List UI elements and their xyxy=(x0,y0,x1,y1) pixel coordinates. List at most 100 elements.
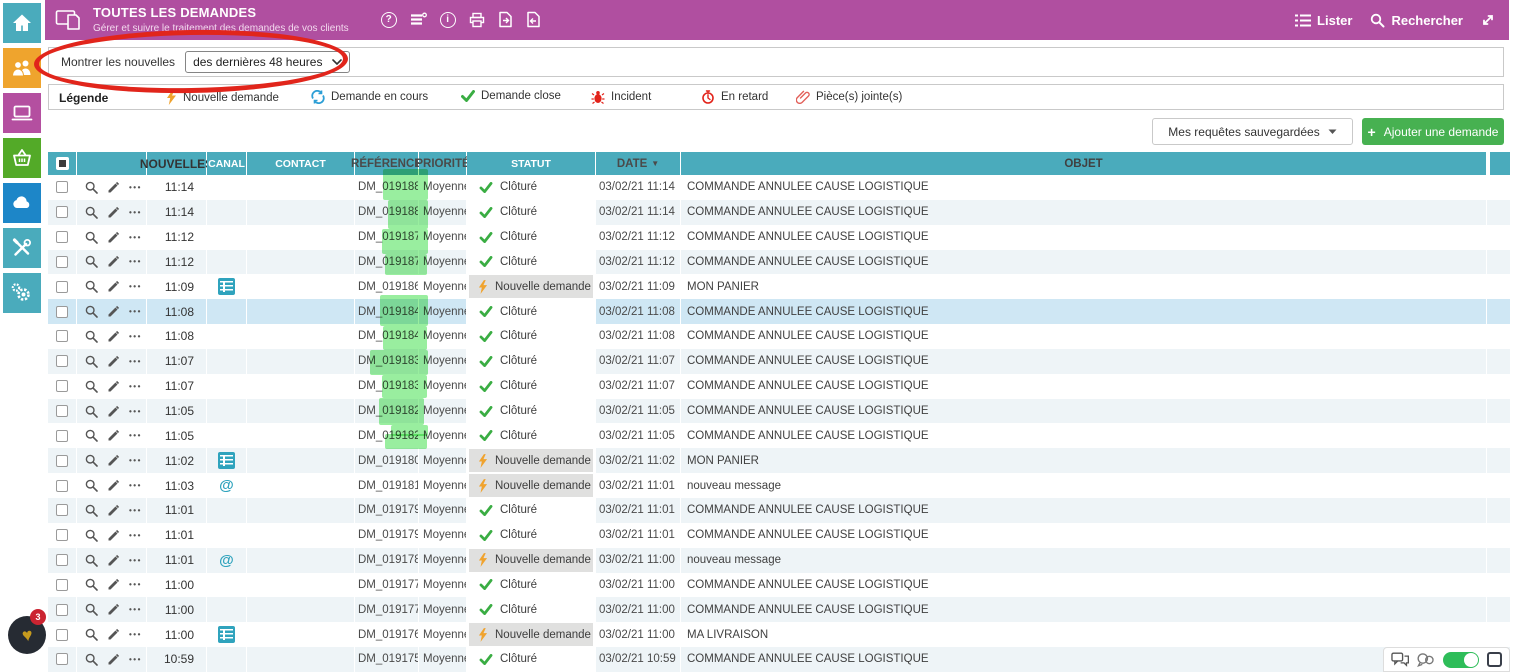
edit-row-button[interactable] xyxy=(107,628,120,641)
table-row[interactable]: ••• 11:00 @ DM_019177 Moyenne Clôturé 03… xyxy=(48,597,1510,622)
import-doc-icon[interactable] xyxy=(526,11,541,28)
row-checkbox[interactable] xyxy=(56,455,68,467)
row-checkbox[interactable] xyxy=(56,231,68,243)
more-actions-button[interactable]: ••• xyxy=(129,357,142,366)
column-objet[interactable]: OBJET xyxy=(681,152,1487,175)
zoom-row-button[interactable] xyxy=(85,206,98,219)
zoom-row-button[interactable] xyxy=(85,454,98,467)
row-checkbox[interactable] xyxy=(56,355,68,367)
table-row[interactable]: ••• 11:01 @ DM_019179 Moyenne Clôturé 03… xyxy=(48,523,1510,548)
row-checkbox[interactable] xyxy=(56,256,68,268)
edit-row-button[interactable] xyxy=(107,330,120,343)
sidebar-item-basket[interactable] xyxy=(3,138,41,178)
lister-button[interactable]: Lister xyxy=(1295,13,1352,28)
edit-row-button[interactable] xyxy=(107,479,120,492)
zoom-row-button[interactable] xyxy=(85,280,98,293)
table-row[interactable]: ••• 11:05 @ DM_019182 Moyenne Clôturé 03… xyxy=(48,423,1510,448)
expand-icon[interactable] xyxy=(1481,13,1495,27)
edit-row-button[interactable] xyxy=(107,653,120,666)
column-date[interactable]: DATE▼ xyxy=(596,152,681,175)
zoom-row-button[interactable] xyxy=(85,181,98,194)
more-actions-button[interactable]: ••• xyxy=(129,481,142,490)
edit-row-button[interactable] xyxy=(107,578,120,591)
table-row[interactable]: ••• 10:59 @ DM_019175 Moyenne Clôturé 03… xyxy=(48,647,1510,672)
table-row[interactable]: ••• 11:03 @ DM_019181 Moyenne Nouvelle d… xyxy=(48,473,1510,498)
table-row[interactable]: ••• 11:05 @ DM_019182 Moyenne Clôturé 03… xyxy=(48,399,1510,424)
edit-row-button[interactable] xyxy=(107,355,120,368)
more-actions-button[interactable]: ••• xyxy=(129,233,142,242)
sidebar-item-users[interactable] xyxy=(3,48,41,88)
zoom-row-button[interactable] xyxy=(85,529,98,542)
zoom-row-button[interactable] xyxy=(85,429,98,442)
add-request-button[interactable]: + Ajouter une demande xyxy=(1362,118,1504,145)
row-checkbox[interactable] xyxy=(56,380,68,392)
row-checkbox[interactable] xyxy=(56,430,68,442)
edit-row-button[interactable] xyxy=(107,429,120,442)
more-actions-button[interactable]: ••• xyxy=(129,556,142,565)
column-nouvelles[interactable]: NOUVELLES xyxy=(147,152,207,175)
more-actions-button[interactable]: ••• xyxy=(129,282,142,291)
more-actions-button[interactable]: ••• xyxy=(129,506,142,515)
saved-queries-button[interactable]: Mes requêtes sauvegardées xyxy=(1152,118,1353,145)
more-actions-button[interactable]: ••• xyxy=(129,456,142,465)
table-row[interactable]: ••• 11:09 @ DM_019186 Moyenne Nouvelle d… xyxy=(48,274,1510,299)
more-actions-button[interactable]: ••• xyxy=(129,332,142,341)
edit-row-button[interactable] xyxy=(107,305,120,318)
row-checkbox[interactable] xyxy=(56,653,68,665)
table-row[interactable]: ••• 11:07 @ DM_019183 Moyenne Clôturé 03… xyxy=(48,349,1510,374)
row-checkbox[interactable] xyxy=(56,554,68,566)
more-actions-button[interactable]: ••• xyxy=(129,307,142,316)
row-checkbox[interactable] xyxy=(56,405,68,417)
sidebar-item-cloud[interactable] xyxy=(3,183,41,223)
sidebar-item-home[interactable] xyxy=(3,3,41,43)
edit-row-button[interactable] xyxy=(107,454,120,467)
row-checkbox[interactable] xyxy=(56,330,68,342)
row-checkbox[interactable] xyxy=(56,504,68,516)
zoom-row-button[interactable] xyxy=(85,405,98,418)
availability-toggle[interactable] xyxy=(1443,652,1480,668)
sidebar-item-settings[interactable] xyxy=(3,273,41,313)
table-row[interactable]: ••• 11:01 @ DM_019179 Moyenne Clôturé 03… xyxy=(48,498,1510,523)
zoom-row-button[interactable] xyxy=(85,554,98,567)
row-checkbox[interactable] xyxy=(56,306,68,318)
table-row[interactable]: ••• 11:14 @ DM_019188 Moyenne Clôturé 03… xyxy=(48,175,1510,200)
column-contact[interactable]: CONTACT xyxy=(247,152,355,175)
export-doc-icon[interactable] xyxy=(498,11,513,28)
zoom-row-button[interactable] xyxy=(85,355,98,368)
zoom-row-button[interactable] xyxy=(85,653,98,666)
edit-row-button[interactable] xyxy=(107,504,120,517)
zoom-row-button[interactable] xyxy=(85,578,98,591)
row-checkbox[interactable] xyxy=(56,206,68,218)
more-actions-button[interactable]: ••• xyxy=(129,531,142,540)
more-actions-button[interactable]: ••• xyxy=(129,382,142,391)
sidebar-item-tools[interactable] xyxy=(3,228,41,268)
table-row[interactable]: ••• 11:07 @ DM_019183 Moyenne Clôturé 03… xyxy=(48,374,1510,399)
zoom-row-button[interactable] xyxy=(85,479,98,492)
zoom-row-button[interactable] xyxy=(85,603,98,616)
table-row[interactable]: ••• 11:12 @ DM_019187 Moyenne Clôturé 03… xyxy=(48,250,1510,275)
more-actions-button[interactable]: ••• xyxy=(129,580,142,589)
more-actions-button[interactable]: ••• xyxy=(129,208,142,217)
more-actions-button[interactable]: ••• xyxy=(129,257,142,266)
column-statut[interactable]: STATUT xyxy=(467,152,596,175)
row-checkbox[interactable] xyxy=(56,281,68,293)
more-actions-button[interactable]: ••• xyxy=(129,630,142,639)
table-row[interactable]: ••• 11:00 @ DM_019177 Moyenne Clôturé 03… xyxy=(48,573,1510,598)
zoom-row-button[interactable] xyxy=(85,231,98,244)
zoom-row-button[interactable] xyxy=(85,380,98,393)
more-actions-button[interactable]: ••• xyxy=(129,431,142,440)
table-row[interactable]: ••• 11:12 @ DM_019187 Moyenne Clôturé 03… xyxy=(48,225,1510,250)
print-icon[interactable] xyxy=(469,12,485,28)
edit-row-button[interactable] xyxy=(107,405,120,418)
table-row[interactable]: ••• 11:00 @ DM_019176 Moyenne Nouvelle d… xyxy=(48,622,1510,647)
table-row[interactable]: ••• 11:08 @ DM_019184 Moyenne Clôturé 03… xyxy=(48,299,1510,324)
info-icon[interactable]: i xyxy=(440,12,456,28)
more-actions-button[interactable]: ••• xyxy=(129,605,142,614)
row-checkbox[interactable] xyxy=(56,480,68,492)
layers-icon[interactable] xyxy=(410,12,427,27)
edit-row-button[interactable] xyxy=(107,181,120,194)
more-actions-button[interactable]: ••• xyxy=(129,407,142,416)
select-all-checkbox[interactable] xyxy=(48,152,77,175)
zoom-row-button[interactable] xyxy=(85,305,98,318)
more-actions-button[interactable]: ••• xyxy=(129,183,142,192)
